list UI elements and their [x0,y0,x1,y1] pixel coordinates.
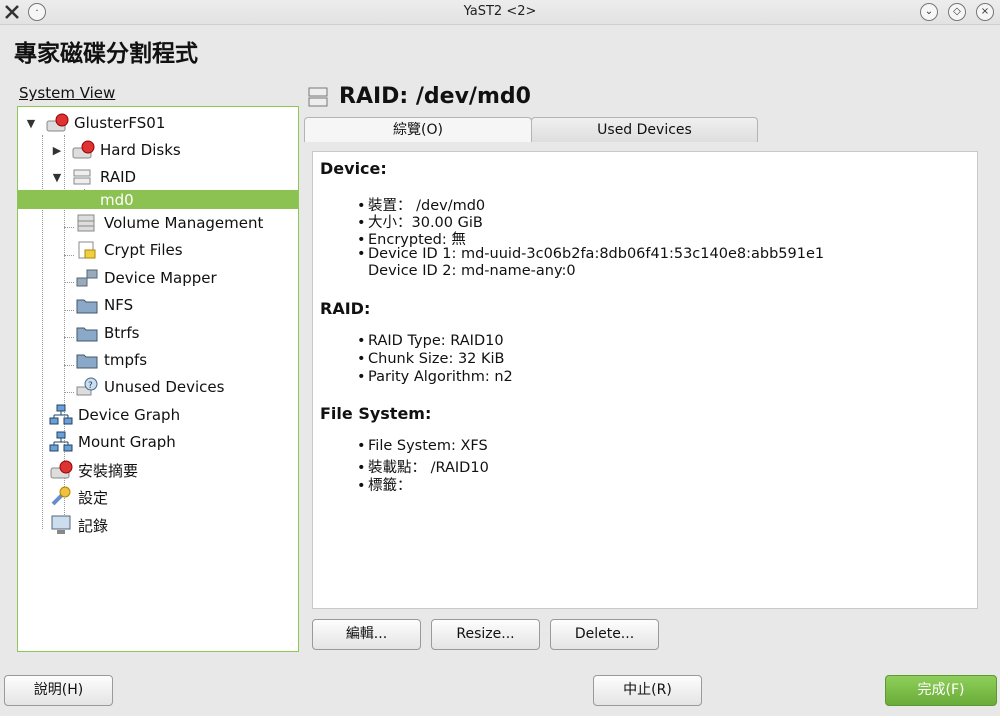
tree-item-label: 記錄 [78,516,109,535]
tree-item-label: Hard Disks [100,141,181,159]
system-view-label: System View [19,84,116,102]
page-title: RAID: /dev/md0 [339,84,531,109]
tree-item-label: Btrfs [104,324,140,342]
page-heading: RAID: /dev/md0 [305,84,531,109]
hard-disk-icon [48,458,74,482]
app-title: 專家磁碟分割程式 [14,41,198,67]
graph-icon [48,430,74,454]
crypt-file-icon [74,238,100,262]
section-title-raid: RAID: [320,299,371,318]
info-item: • 標籤： [357,478,412,494]
system-view-tree[interactable]: ▼ GlusterFS01 ▶ Hard Disks ▼ RAID md0 Vo… [17,106,299,652]
graph-icon [48,403,74,427]
tree-item-label: 安裝摘要 [78,461,139,480]
unknown-device-icon: ? [74,375,100,399]
tree-item-crypt-files[interactable]: Crypt Files [18,238,298,262]
wrench-icon [48,485,74,509]
info-item: • Parity Algorithm: n2 [357,369,513,385]
folder-icon [74,348,100,372]
info-item: • File System: XFS [357,438,488,454]
volume-icon [74,211,100,235]
tree-item-label: md0 [100,190,134,209]
tab-used-devices[interactable]: Used Devices [531,117,758,142]
tree-item-md0[interactable]: md0 [18,190,298,209]
abort-button[interactable]: 中止(R) [593,675,702,706]
expand-arrow-icon[interactable]: ▼ [24,117,38,130]
tree-item-label: NFS [104,296,134,314]
folder-icon [74,321,100,345]
window-title: YaST2 <2> [463,4,537,19]
edit-button[interactable]: 編輯... [312,619,421,650]
svg-text:?: ? [88,381,93,391]
help-button[interactable]: 說明(H) [4,675,113,706]
folder-network-icon [74,293,100,317]
tree-item-installation-summary[interactable]: 安裝摘要 [18,458,298,482]
device-mapper-icon [74,266,100,290]
tree-item-label: Device Mapper [104,269,217,287]
info-item-text: Parity Algorithm: n2 [368,369,513,385]
tree-item-device-mapper[interactable]: Device Mapper [18,266,298,290]
tree-item-tmpfs[interactable]: tmpfs [18,348,298,372]
tree-item-label: GlusterFS01 [74,114,166,132]
resize-button[interactable]: Resize... [431,619,540,650]
info-item-text: RAID Type: RAID10 [368,333,504,349]
tree-item-nfs[interactable]: NFS [18,293,298,317]
expand-arrow-icon[interactable]: ▶ [50,144,64,157]
expand-arrow-icon[interactable]: ▼ [50,171,64,184]
info-item-text: Chunk Size: 32 KiB [368,351,505,367]
tree-item-label: Unused Devices [104,378,225,396]
tree-item-log[interactable]: 記錄 [18,513,298,537]
tree-item-label: 設定 [78,488,109,507]
tree-item-unused-devices[interactable]: ? Unused Devices [18,375,298,399]
tab-overview[interactable]: 綜覽(O) [304,117,532,142]
monitor-log-icon [48,513,74,537]
tree-item-settings[interactable]: 設定 [18,485,298,509]
minimize-icon[interactable]: ⌄ [920,3,938,21]
section-title-device: Device: [320,159,387,178]
tree-item-label: tmpfs [104,351,148,369]
hard-disk-icon [70,138,96,162]
tree-item-volume-management[interactable]: Volume Management [18,211,298,235]
tree-item-btrfs[interactable]: Btrfs [18,321,298,345]
overview-content: Device: • 裝置： /dev/md0 • 大小：30.00 GiB • Enc… [312,151,978,609]
delete-button[interactable]: Delete... [550,619,659,650]
close-icon[interactable]: × [976,3,994,21]
finish-button[interactable]: 完成(F) [885,675,997,706]
maximize-icon[interactable]: ◇ [948,3,966,21]
tree-item-label: RAID [100,168,137,186]
hard-disk-icon [44,111,70,135]
raid-icon [308,87,328,106]
tree-item-label: Device Graph [78,406,181,424]
tree-item-label: Crypt Files [104,241,183,259]
info-item-text: File System: XFS [368,438,488,454]
window-titlebar: · YaST2 <2> ⌄ ◇ × [0,0,1000,25]
tree-item-label: Volume Management [104,214,264,232]
info-item: • RAID Type: RAID10 [357,333,504,349]
tree-item-glusterfs01[interactable]: ▼ GlusterFS01 [18,111,298,135]
info-item: Device ID 2: md-name-any:0 [368,263,576,279]
tree-item-device-graph[interactable]: Device Graph [18,403,298,427]
tree-item-raid[interactable]: ▼ RAID [18,165,298,189]
info-item: • Device ID 1: md-uuid-3c06b2fa:8db06f41:… [357,246,825,262]
info-item-text: Device ID 2: md-name-any:0 [368,263,576,279]
tree-item-label: Mount Graph [78,433,176,451]
titlebar-right-controls: ⌄ ◇ × [920,3,994,21]
tree-item-mount-graph[interactable]: Mount Graph [18,430,298,454]
tree-item-hard-disks[interactable]: ▶ Hard Disks [18,138,298,162]
info-item-text: 標籤： [368,478,412,494]
info-item-text: Device ID 1: md-uuid-3c06b2fa:8db06f41:5… [368,246,825,262]
raid-icon [70,165,96,189]
section-title-file-system: File System: [320,404,432,423]
info-item: • Chunk Size: 32 KiB [357,351,505,367]
